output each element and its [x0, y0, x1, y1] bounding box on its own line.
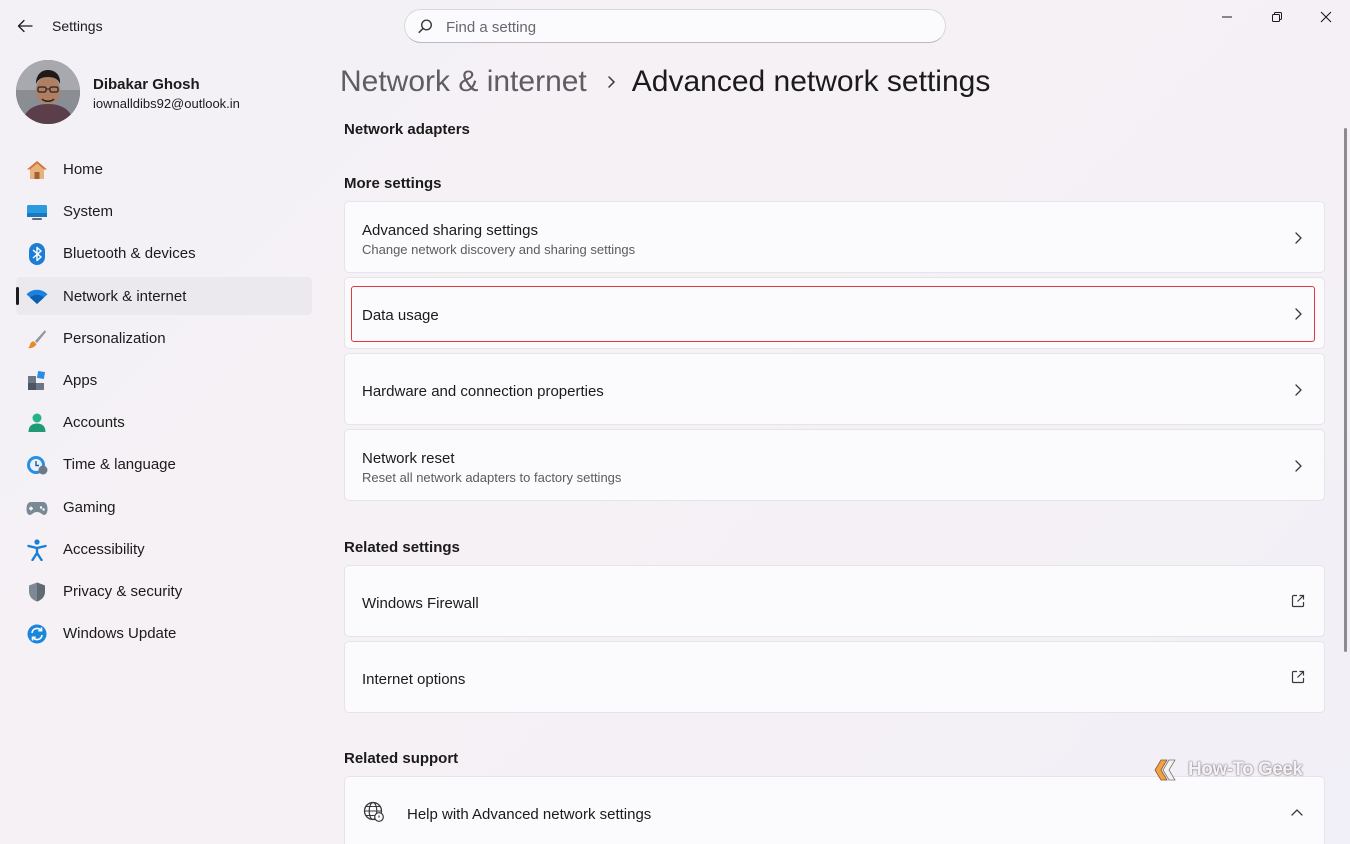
related-support-heading: Related support: [344, 750, 459, 767]
close-button[interactable]: [1304, 4, 1348, 30]
watermark-text: How-To Geek: [1188, 759, 1303, 780]
minimize-button[interactable]: [1205, 4, 1249, 30]
related-settings-heading: Related settings: [344, 539, 460, 556]
breadcrumb: Network & internet Advanced network sett…: [340, 60, 990, 104]
card-subtitle: Reset all network adapters to factory se…: [362, 470, 622, 485]
chevron-right-icon: [1295, 460, 1302, 472]
sidebar-item-label: Time & language: [63, 456, 176, 474]
watermark: How-To Geek: [1154, 758, 1303, 782]
search-input[interactable]: [446, 16, 926, 38]
time-language-icon: [26, 454, 48, 476]
system-icon: [26, 201, 48, 223]
card-title: Windows Firewall: [362, 595, 479, 612]
gamepad-icon: [26, 497, 48, 519]
chevron-right-icon: [607, 75, 616, 89]
card-title: Network reset: [362, 450, 455, 467]
accounts-icon: [26, 412, 48, 434]
back-arrow-icon: [17, 19, 33, 33]
sidebar-item-personalization[interactable]: Personalization: [16, 319, 312, 357]
sidebar-item-accessibility[interactable]: Accessibility: [16, 530, 312, 568]
external-link-icon: [1291, 670, 1305, 684]
card-title: Data usage: [362, 307, 439, 324]
bluetooth-icon: [26, 243, 48, 266]
card-subtitle: Change network discovery and sharing set…: [362, 242, 636, 257]
sidebar-item-bluetooth[interactable]: Bluetooth & devices: [16, 234, 312, 272]
advanced-sharing-settings-card[interactable]: Advanced sharing settings Change network…: [344, 201, 1325, 273]
external-link-icon: [1291, 594, 1305, 608]
chevron-right-icon: [1295, 308, 1302, 320]
sidebar-item-windows-update[interactable]: Windows Update: [16, 614, 312, 652]
sidebar-item-gaming[interactable]: Gaming: [16, 488, 312, 526]
card-title: Internet options: [362, 671, 466, 688]
search-box[interactable]: [404, 9, 946, 43]
globe-help-icon: [363, 801, 384, 822]
sidebar-item-label: Bluetooth & devices: [63, 245, 196, 263]
chevron-right-icon: [1295, 384, 1302, 396]
brush-icon: [26, 328, 48, 350]
title-bar: Settings: [0, 0, 1350, 52]
sidebar-item-accounts[interactable]: Accounts: [16, 403, 312, 441]
sidebar-item-apps[interactable]: Apps: [16, 361, 312, 399]
user-name: Dibakar Ghosh: [93, 76, 200, 93]
card-title: Advanced sharing settings: [362, 222, 538, 239]
sidebar-item-label: Home: [63, 161, 104, 178]
home-icon: [26, 159, 48, 181]
sidebar-item-network[interactable]: Network & internet: [16, 276, 312, 315]
hardware-connection-properties-card[interactable]: Hardware and connection properties: [344, 353, 1325, 425]
sidebar-item-label: System: [63, 203, 114, 221]
wifi-icon: [26, 286, 48, 308]
sidebar-item-label: Network & internet: [63, 287, 187, 305]
sidebar-item-label: Windows Update: [63, 625, 177, 643]
sidebar-item-label: Accessibility: [63, 540, 145, 558]
card-title: Hardware and connection properties: [362, 383, 604, 400]
sidebar-item-time-language[interactable]: Time & language: [16, 445, 312, 483]
update-icon: [26, 623, 48, 645]
breadcrumb-parent-link[interactable]: Network & internet: [340, 65, 587, 99]
highlight-box: [351, 286, 1315, 342]
card-title: Help with Advanced network settings: [407, 806, 652, 823]
restore-button[interactable]: [1255, 4, 1299, 30]
data-usage-card[interactable]: Data usage: [344, 277, 1325, 349]
scrollbar[interactable]: [1344, 128, 1347, 652]
sidebar-item-label: Privacy & security: [63, 582, 183, 600]
network-reset-card[interactable]: Network reset Reset all network adapters…: [344, 429, 1325, 501]
user-profile[interactable]: Dibakar Ghosh iownalldibs92@outlook.in: [16, 60, 316, 124]
avatar: [16, 60, 80, 124]
selection-indicator: [16, 286, 19, 305]
more-settings-heading: More settings: [344, 175, 442, 192]
sidebar-item-label: Accounts: [63, 414, 125, 432]
network-adapters-heading[interactable]: Network adapters: [344, 121, 470, 138]
windows-firewall-card[interactable]: Windows Firewall: [344, 565, 1325, 637]
internet-options-card[interactable]: Internet options: [344, 641, 1325, 713]
chevron-up-icon: [1291, 809, 1303, 816]
page-title: Advanced network settings: [631, 65, 991, 98]
sidebar-nav: Home System Bluetooth & devices Network …: [16, 150, 312, 656]
app-title: Settings: [52, 18, 103, 34]
how-to-geek-logo-icon: [1154, 759, 1176, 781]
apps-icon: [26, 370, 48, 392]
search-icon: [418, 19, 433, 34]
back-button[interactable]: [10, 12, 40, 40]
minimize-icon: [1222, 16, 1232, 18]
sidebar-item-privacy-security[interactable]: Privacy & security: [16, 572, 312, 610]
chevron-right-icon: [1295, 232, 1302, 244]
user-email: iownalldibs92@outlook.in: [93, 96, 240, 111]
shield-icon: [26, 581, 48, 603]
sidebar-item-label: Gaming: [63, 498, 116, 516]
help-advanced-network-settings-expander[interactable]: Help with Advanced network settings: [344, 776, 1325, 844]
sidebar-item-label: Apps: [63, 371, 98, 389]
sidebar-item-label: Personalization: [63, 329, 166, 347]
sidebar-item-system[interactable]: System: [16, 192, 312, 230]
sidebar-item-home[interactable]: Home: [16, 150, 312, 188]
close-icon: [1320, 11, 1332, 23]
accessibility-icon: [26, 539, 48, 561]
restore-icon: [1272, 12, 1282, 22]
